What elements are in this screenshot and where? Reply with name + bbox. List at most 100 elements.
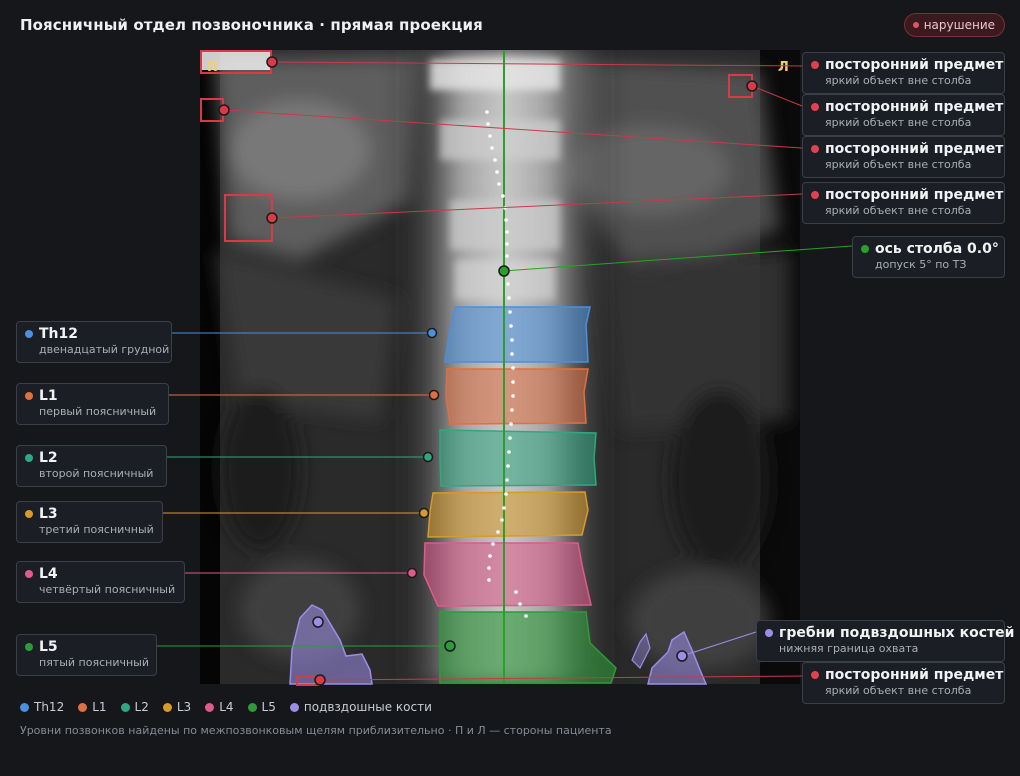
callout-l5-label: L5 bbox=[39, 639, 58, 655]
callout-l1-desc: первый поясничный bbox=[39, 405, 157, 418]
centerline-dot bbox=[514, 590, 518, 594]
centerline-dot bbox=[509, 324, 513, 328]
centerline-dot bbox=[524, 614, 528, 618]
centerline-dot bbox=[518, 602, 522, 606]
centerline-dot bbox=[508, 436, 512, 440]
callout-spine-axis[interactable]: ось столба 0.0° допуск 5° по ТЗ bbox=[852, 236, 1005, 278]
centerline-dot bbox=[490, 146, 494, 150]
centerline-dot bbox=[510, 408, 514, 412]
callout-l2-desc: второй поясничный bbox=[39, 467, 154, 480]
callout-l2[interactable]: L2 второй поясничный bbox=[16, 445, 167, 487]
callout-foreign-object-desc: яркий объект вне столба bbox=[825, 158, 972, 171]
centerline-dot bbox=[510, 338, 514, 342]
callout-foreign-object-1[interactable]: посторонний предмет яркий объект вне сто… bbox=[802, 52, 1005, 94]
foreign-object-dot-icon bbox=[811, 103, 819, 111]
callout-foreign-object-desc: яркий объект вне столба bbox=[825, 116, 972, 129]
side-marker-left: Л bbox=[778, 60, 789, 75]
callout-iliac-desc: нижняя граница охвата bbox=[779, 642, 919, 655]
centerline-dot bbox=[511, 380, 515, 384]
centerline-dot bbox=[496, 530, 500, 534]
legend-iliac-dot-icon bbox=[289, 702, 299, 712]
callout-th12-desc: двенадцатый грудной bbox=[39, 343, 170, 356]
l3-dot-icon bbox=[25, 510, 33, 518]
legend: Th12 L1 L2 L3 L4 L5 подвздошные кости bbox=[20, 700, 432, 714]
centerline-dot bbox=[485, 110, 489, 114]
callout-iliac-label: гребни подвздошных костей bbox=[779, 625, 1015, 641]
legend-th12-dot-icon bbox=[20, 702, 29, 712]
legend-label: L2 bbox=[134, 700, 149, 714]
foreign-object-dot-icon bbox=[811, 671, 819, 679]
callout-l3-label: L3 bbox=[39, 506, 58, 522]
footnote: Уровни позвонков найдены по межпозвонков… bbox=[20, 724, 612, 737]
centerline-dot bbox=[505, 242, 509, 246]
callout-foreign-object-label: посторонний предмет bbox=[825, 141, 1004, 157]
callout-l2-label: L2 bbox=[39, 450, 58, 466]
legend-item-l4: L4 bbox=[205, 700, 234, 714]
centerline-dot bbox=[493, 158, 497, 162]
callout-foreign-object-label: посторонний предмет bbox=[825, 187, 1004, 203]
centerline-dot bbox=[491, 542, 495, 546]
centerline-dot bbox=[488, 554, 492, 558]
callout-l4[interactable]: L4 четвёртый поясничный bbox=[16, 561, 185, 603]
callout-foreign-object-desc: яркий объект вне столба bbox=[825, 204, 972, 217]
vertebra-l1-overlay[interactable] bbox=[445, 368, 589, 425]
centerline-dot bbox=[510, 352, 514, 356]
centerline-dot bbox=[502, 506, 506, 510]
callout-l3[interactable]: L3 третий поясничный bbox=[16, 501, 163, 543]
callout-l1[interactable]: L1 первый поясничный bbox=[16, 383, 169, 425]
centerline-dot bbox=[505, 478, 509, 482]
legend-label: L4 bbox=[219, 700, 234, 714]
legend-label: L5 bbox=[261, 700, 276, 714]
centerline-dot bbox=[506, 282, 510, 286]
iliac-dot-icon bbox=[765, 629, 773, 637]
centerline-dot bbox=[511, 394, 515, 398]
legend-item-l5: L5 bbox=[247, 700, 276, 714]
vertebra-th12-overlay[interactable] bbox=[444, 306, 591, 363]
callout-l3-desc: третий поясничный bbox=[39, 523, 154, 536]
centerline-dot bbox=[511, 366, 515, 370]
side-marker-right: П bbox=[207, 60, 218, 75]
l5-dot-icon bbox=[25, 643, 33, 651]
centerline-dot bbox=[507, 450, 511, 454]
vertebra-l4-overlay[interactable] bbox=[423, 542, 592, 607]
callout-foreign-object-5[interactable]: посторонний предмет яркий объект вне сто… bbox=[802, 662, 1005, 704]
centerline-dot bbox=[488, 134, 492, 138]
callout-th12[interactable]: Th12 двенадцатый грудной bbox=[16, 321, 172, 363]
vertebra-l2-overlay[interactable] bbox=[439, 429, 597, 487]
legend-l1-dot-icon bbox=[78, 702, 88, 712]
centerline-dot bbox=[495, 170, 499, 174]
l1-dot-icon bbox=[25, 392, 33, 400]
centerline-dot bbox=[505, 254, 509, 258]
callout-l4-label: L4 bbox=[39, 566, 58, 582]
callout-foreign-object-desc: яркий объект вне столба bbox=[825, 684, 972, 697]
legend-label: L1 bbox=[92, 700, 107, 714]
callout-foreign-object-4[interactable]: посторонний предмет яркий объект вне сто… bbox=[802, 182, 1005, 224]
callout-iliac-crests[interactable]: гребни подвздошных костей нижняя граница… bbox=[756, 620, 1014, 662]
centerline-dot bbox=[500, 518, 504, 522]
centerline-dot bbox=[505, 230, 509, 234]
legend-l4-dot-icon bbox=[205, 702, 215, 712]
legend-item-th12: Th12 bbox=[20, 700, 64, 714]
callout-axis-label: ось столба 0.0° bbox=[875, 241, 999, 257]
centerline-dot bbox=[504, 492, 508, 496]
callout-foreign-object-3[interactable]: посторонний предмет яркий объект вне сто… bbox=[802, 136, 1005, 178]
foreign-object-dot-icon bbox=[811, 191, 819, 199]
callout-l4-desc: четвёртый поясничный bbox=[39, 583, 176, 596]
foreign-object-dot-icon bbox=[811, 61, 819, 69]
legend-item-l3: L3 bbox=[162, 700, 191, 714]
callout-axis-desc: допуск 5° по ТЗ bbox=[875, 258, 967, 271]
centerline-dot bbox=[509, 422, 513, 426]
callout-foreign-object-2[interactable]: посторонний предмет яркий объект вне сто… bbox=[802, 94, 1005, 136]
legend-l2-dot-icon bbox=[120, 702, 130, 712]
vertebra-l3-overlay[interactable] bbox=[427, 491, 589, 538]
callout-foreign-object-label: посторонний предмет bbox=[825, 57, 1004, 73]
callout-foreign-object-label: посторонний предмет bbox=[825, 99, 1004, 115]
centerline-dot bbox=[487, 578, 491, 582]
legend-item-l2: L2 bbox=[120, 700, 149, 714]
callout-l1-label: L1 bbox=[39, 388, 58, 404]
centerline-dot bbox=[508, 310, 512, 314]
callout-l5[interactable]: L5 пятый поясничный bbox=[16, 634, 157, 676]
callout-foreign-object-label: посторонний предмет bbox=[825, 667, 1004, 683]
legend-label: подвздошные кости bbox=[303, 700, 432, 714]
legend-l3-dot-icon bbox=[162, 702, 172, 712]
